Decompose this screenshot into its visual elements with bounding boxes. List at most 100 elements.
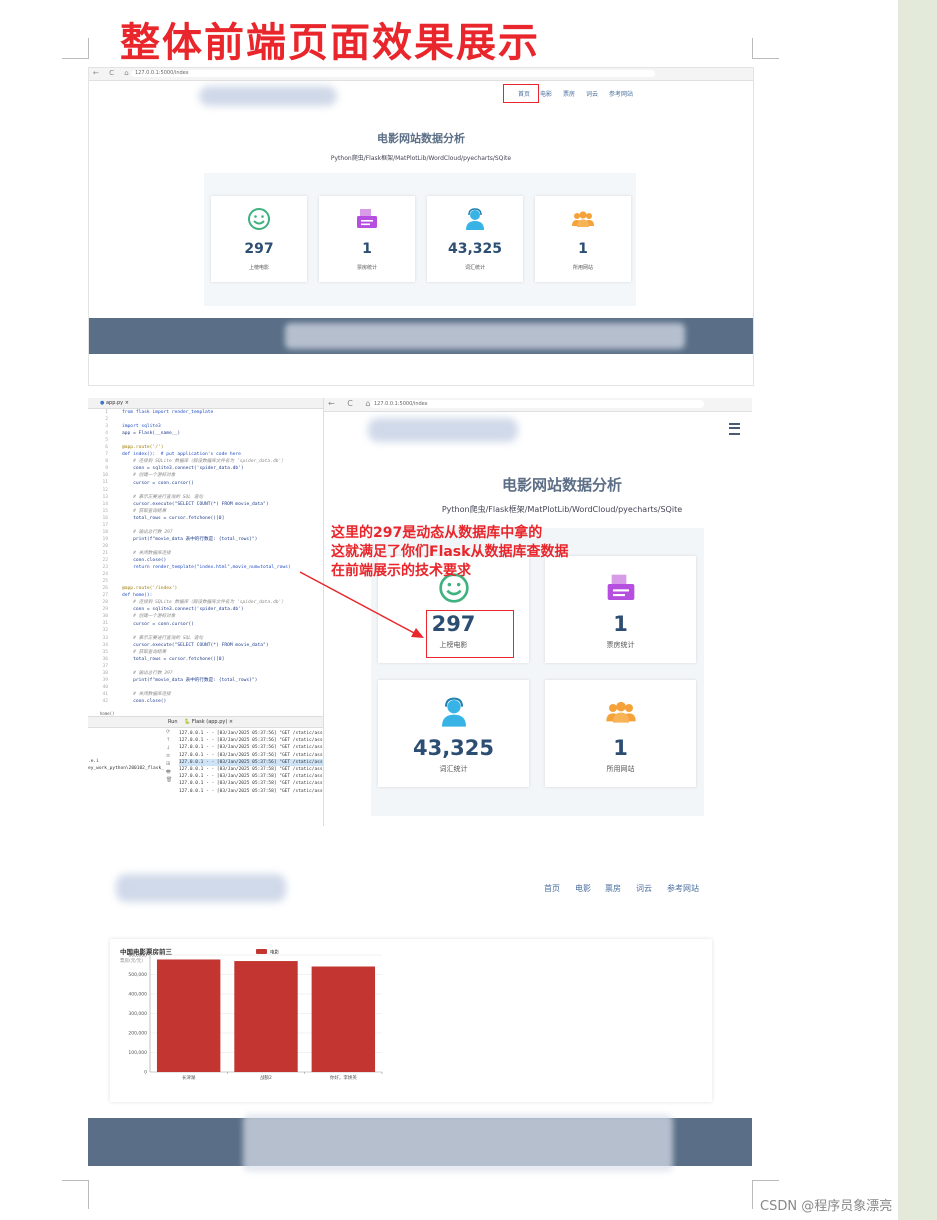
boxoffice-bar-chart: 中国电影票房前三票房(元/元)电影0100,000200,000300,0004…	[120, 947, 383, 1081]
page-subheading: Python爬虫/Flask框架/MatPlotLib/WordCloud/py…	[330, 155, 512, 162]
x-tick-label: 长津湖	[182, 1074, 196, 1081]
line-number: 23	[102, 565, 108, 571]
code-line: cursor.execute("SELECT COUNT(*) FROM mov…	[122, 501, 269, 507]
browser-nav-buttons[interactable]: ← C ⌂	[328, 399, 375, 408]
nav-movies[interactable]: 电影	[575, 883, 591, 894]
annotation-line: 这里的297是动态从数据库中拿的	[331, 525, 543, 541]
code-line: conn = sqlite3.connect('spider_data.db')	[122, 607, 244, 613]
url-field[interactable]: 127.0.0.1:5000/index	[370, 400, 704, 408]
line-number: 11	[102, 480, 108, 486]
csdn-watermark: CSDN @程序员象漂亮	[760, 1199, 893, 1214]
bar-2	[234, 961, 298, 1072]
stat-label: 票房统计	[606, 641, 635, 649]
line-number: 18	[102, 529, 108, 535]
nav-reference-sites[interactable]: 参考网站	[609, 89, 633, 98]
code-line: @app.route('/index')	[122, 586, 178, 592]
smiley-icon	[248, 208, 270, 230]
browser-window-small: ← C ⌂ 127.0.0.1:5000/index 首页 电影 票房 词云 参…	[88, 67, 754, 386]
bar-1	[156, 959, 221, 1072]
code-line: print(f"movie_data 表中的行数是: {total_rows}"…	[122, 677, 258, 683]
code-line: conn = sqlite3.connect('spider_data.db')	[122, 466, 244, 472]
site-footer	[88, 1114, 752, 1172]
code-line: conn.close()	[122, 699, 167, 705]
x-tick-label: 你好，李焕英	[330, 1074, 357, 1081]
nav-home[interactable]: 首页	[544, 883, 560, 894]
stat-value: 1	[578, 241, 588, 257]
line-number: 16	[102, 515, 108, 521]
editor-tab-bar: ● app.py ×	[88, 398, 323, 409]
nav-movies[interactable]: 电影	[540, 89, 552, 98]
crop-mark-top-right	[752, 38, 779, 59]
browser-nav-buttons[interactable]: ← C ⌂	[93, 69, 133, 77]
console-line: 127.0.0.1 - - [03/Jan/2025 05:37:56] "GE…	[179, 752, 324, 758]
stat-value: 1	[613, 736, 628, 760]
code-line: @app.route('/')	[122, 445, 164, 451]
code-line: total_rows = cursor.fetchone()[0]	[122, 515, 225, 521]
line-number: 42	[102, 698, 108, 704]
line-number: 27	[102, 593, 108, 599]
line-number: 20	[102, 543, 108, 549]
line-number: 12	[102, 487, 108, 493]
console-line: 127.0.0.1 - - [03/Jan/2025 05:37:56] "GE…	[179, 738, 324, 744]
nav-boxoffice[interactable]: 票房	[563, 89, 575, 98]
console-line: 127.0.0.1 - - [03/Jan/2025 05:37:58] "GE…	[179, 788, 324, 794]
code-line: print(f"movie_data 表中的行数是: {total_rows}"…	[122, 536, 258, 542]
y-tick-label: 100,000	[128, 1050, 147, 1056]
nav-wordcloud[interactable]: 词云	[636, 883, 652, 894]
line-number: 36	[102, 656, 108, 662]
line-number: 5	[105, 438, 108, 444]
line-number: 17	[102, 522, 108, 528]
nav-reference-sites[interactable]: 参考网站	[667, 883, 699, 894]
support-agent-icon	[442, 697, 466, 727]
code-line: # 连接到 SQLite 数据库（假设数据库文件名为 'spider_data.…	[122, 600, 286, 606]
stat-card-words: 43,325 词汇统计	[427, 196, 523, 282]
support-agent-icon	[466, 208, 484, 230]
code-line: # 获取查询结果	[122, 649, 167, 655]
y-tick-label: 400,000	[128, 992, 147, 998]
nav-boxoffice[interactable]: 票房	[605, 883, 621, 894]
run-config-tab[interactable]: 🐍 Flask (app.py) ×	[184, 719, 233, 725]
console-left-line: .e.i	[88, 759, 99, 764]
code-line: conn.close()	[122, 558, 167, 564]
line-number: 13	[102, 494, 108, 500]
hamburger-menu-icon[interactable]	[729, 423, 740, 435]
line-number: 31	[102, 621, 108, 627]
stat-card-movies: 297 上榜电影	[211, 196, 307, 282]
annotation-text: 这里的297是动态从数据库中拿的 这就满足了你们Flask从数据库查数据 在前端…	[331, 524, 568, 581]
y-tick-label: 200,000	[128, 1031, 147, 1037]
code-line: # 创建一个游标对象	[122, 473, 176, 479]
blurred-logo	[199, 86, 337, 106]
line-number: 21	[102, 550, 108, 556]
console-toolbar[interactable]: ⟳ ↑ ↓ ≡ ⊞ 🖶 🗑	[166, 728, 174, 798]
line-number: 29	[102, 607, 108, 613]
line-number: 28	[102, 600, 108, 606]
line-number: 30	[102, 614, 108, 620]
stat-value: 1	[613, 612, 628, 636]
page-subheading: Python爬虫/Flask框架/MatPlotLib/WordCloud/py…	[441, 505, 683, 514]
code-line: # 获取查询结果	[122, 508, 167, 514]
code-editor[interactable]: 1 2 3 4 5 6 7 8 9 10 11 12 13 14 15 16 17 18 19 20 21 22 23 24 2…	[88, 409, 323, 714]
legend-label: 电影	[270, 949, 279, 956]
crop-mark-bottom-left	[62, 1180, 89, 1209]
console-line: 127.0.0.1 - - [03/Jan/2025 05:37:56] "GE…	[179, 758, 323, 766]
document-icon	[357, 209, 377, 228]
code-line: # 表示正要进行查询的 SQL 语句	[122, 635, 203, 641]
site-footer	[89, 318, 753, 354]
stat-card-boxoffice: 1 票房统计	[319, 196, 415, 282]
file-tab-app-py[interactable]: ● app.py ×	[100, 400, 129, 406]
run-tab[interactable]: Run	[168, 719, 178, 725]
url-field[interactable]: 127.0.0.1:5000/index	[131, 70, 655, 77]
document-icon	[607, 574, 635, 600]
blurred-logo	[116, 874, 286, 902]
address-bar: ← C ⌂ 127.0.0.1:5000/index	[324, 398, 752, 412]
address-bar: ← C ⌂ 127.0.0.1:5000/index	[89, 68, 753, 81]
line-number: 38	[102, 670, 108, 676]
nav-wordcloud[interactable]: 词云	[586, 89, 598, 98]
stat-label: 词汇统计	[439, 765, 468, 773]
code-line: cursor.execute("SELECT COUNT(*) FROM mov…	[122, 642, 269, 648]
code-line: # 关闭数据库连接	[122, 551, 171, 556]
line-number: 14	[102, 501, 108, 507]
console-line: 127.0.0.1 - - [03/Jan/2025 05:37:58] "GE…	[179, 774, 324, 780]
stat-value: 43,325	[447, 241, 503, 257]
crop-mark-top-left	[62, 38, 89, 59]
